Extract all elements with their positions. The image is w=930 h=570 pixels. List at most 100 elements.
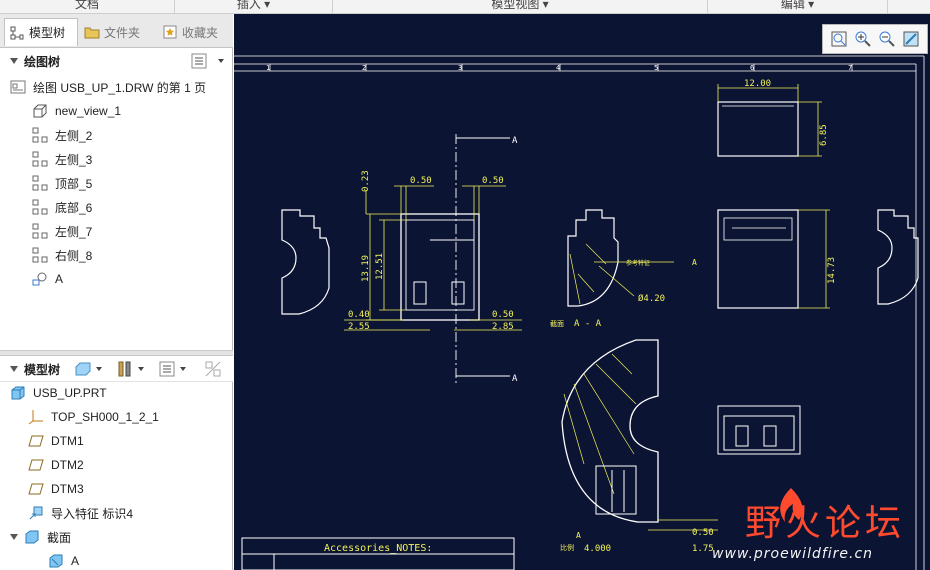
- tree-item-view[interactable]: new_view_1: [32, 100, 121, 122]
- dimension-text: 12.51: [375, 253, 385, 280]
- dimension-text: 0.23: [361, 170, 371, 192]
- tree-item-drawing-sheet[interactable]: 绘图 USB_UP_1.DRW 的第 1 页: [10, 76, 206, 98]
- border-tick: 5: [654, 64, 658, 72]
- model-tree-header: 模型树: [0, 356, 233, 382]
- projection-view-icon: [32, 151, 48, 167]
- section-marker: A: [512, 136, 518, 146]
- left-profile-view[interactable]: [281, 209, 330, 315]
- tree-item-view[interactable]: 左侧_3: [32, 148, 92, 170]
- section-caption-label: 截面: [550, 319, 564, 328]
- dimension-text: 2.55: [348, 322, 370, 332]
- dimension-text: 0.50: [482, 176, 504, 186]
- filter-icon: [205, 361, 221, 377]
- chevron-down-icon: [180, 367, 186, 371]
- part-icon: [11, 386, 25, 400]
- tree-item-csys[interactable]: TOP_SH000_1_2_1: [28, 406, 159, 428]
- display-style-button[interactable]: [74, 360, 102, 378]
- tools-button[interactable]: [116, 360, 144, 378]
- bottom-view[interactable]: [717, 405, 801, 455]
- projection-view-icon: [32, 127, 48, 143]
- tree-item-section[interactable]: A: [48, 550, 79, 570]
- collapse-triangle-icon[interactable]: [10, 366, 18, 372]
- collapse-triangle-icon[interactable]: [10, 534, 18, 540]
- coordinate-system-icon: [28, 410, 43, 425]
- tab-folder-browser[interactable]: 文件夹: [80, 18, 156, 46]
- tree-item-datum-plane[interactable]: DTM1: [28, 430, 84, 452]
- border-tick: 2: [362, 64, 366, 72]
- general-view-icon: [33, 104, 47, 118]
- collapse-triangle-icon[interactable]: [10, 58, 18, 64]
- border-tick: 7: [848, 64, 852, 72]
- model-tree-toggle[interactable]: 模型树: [0, 356, 70, 382]
- tree-item-import-feature[interactable]: 导入特征 标识4: [28, 502, 133, 524]
- tree-item-view[interactable]: 左侧_2: [32, 124, 92, 146]
- section-view-a-a[interactable]: Ø4.20 参考特征 A 截面 A - A: [550, 209, 697, 329]
- tree-item-view[interactable]: 顶部_5: [32, 172, 92, 194]
- detail-label: A: [576, 531, 581, 540]
- zoom-out-icon[interactable]: [878, 30, 896, 48]
- drawing-tree-header[interactable]: 绘图树: [0, 48, 233, 74]
- navigator-tabs: 模型树 文件夹 收藏夹: [0, 14, 233, 48]
- import-feature-icon: [29, 506, 43, 520]
- tree-settings-button[interactable]: [158, 360, 186, 378]
- detail-scale-label: 比例: [560, 543, 574, 552]
- border-tick: 1: [266, 64, 270, 72]
- ribbon-group-model-view[interactable]: 模型视图 ▾: [333, 0, 708, 14]
- detail-view-icon: [32, 272, 47, 286]
- refit-icon[interactable]: [830, 30, 848, 48]
- favorites-icon: [163, 25, 177, 39]
- section-marker: A: [512, 374, 518, 384]
- datum-plane-icon: [28, 483, 44, 495]
- right-profile-view[interactable]: [877, 209, 919, 305]
- chevron-down-icon: [96, 367, 102, 371]
- tree-item-detail-view[interactable]: A: [32, 268, 63, 290]
- tree-item-datum-plane[interactable]: DTM3: [28, 478, 84, 500]
- tree-item-view[interactable]: 左侧_7: [32, 220, 92, 242]
- tools-icon: [118, 361, 131, 377]
- drawing-canvas[interactable]: 1 2 3 4 5 6 7 A A 0.50 0.50 0.23 13.19 1…: [234, 14, 930, 570]
- front-view-dimension-text: 0.50 0.50 0.23 13.19 12.51 0.40 2.55 0.5…: [348, 170, 514, 332]
- navigator-panel: 模型树 文件夹 收藏夹 绘图树 绘图 USB_UP_1.DRW 的第 1 页 n…: [0, 14, 233, 570]
- diameter-dimension: Ø4.20: [638, 293, 665, 304]
- ribbon-group-document[interactable]: 文档: [0, 0, 175, 14]
- projection-view-icon: [32, 247, 48, 263]
- ribbon-group-edit[interactable]: 编辑 ▾: [708, 0, 888, 14]
- dimension-text: 13.19: [361, 255, 371, 282]
- side-view[interactable]: 14.73: [717, 209, 837, 309]
- detail-scale: 4.000: [584, 544, 611, 554]
- detail-view-a[interactable]: 0.50 1.75 A 比例 4.000: [560, 339, 718, 554]
- notes-table[interactable]: Accessories_NOTES:: [241, 537, 515, 570]
- section-icon: [49, 554, 63, 568]
- border-tick: 3: [458, 64, 462, 72]
- notes-title: Accessories_NOTES:: [324, 543, 432, 554]
- dimension-text: 14.73: [827, 257, 837, 284]
- tree-item-part[interactable]: USB_UP.PRT: [10, 382, 107, 404]
- watermark-text: 野火论坛: [745, 503, 906, 544]
- tab-model-tree[interactable]: 模型树: [4, 18, 78, 46]
- tree-item-datum-plane[interactable]: DTM2: [28, 454, 84, 476]
- dimension-text: 0.40: [348, 310, 370, 320]
- drawing-sheet-icon: [10, 80, 26, 94]
- tree-settings-icon[interactable]: [190, 52, 208, 70]
- section-folder-icon: [25, 530, 39, 544]
- projection-view-icon: [32, 223, 48, 239]
- projection-view-icon: [32, 199, 48, 215]
- projection-view-icon: [32, 175, 48, 191]
- section-caption: A - A: [574, 319, 602, 329]
- zoom-in-icon[interactable]: [854, 30, 872, 48]
- model-tree-icon: [10, 26, 24, 39]
- tab-favorites[interactable]: 收藏夹: [158, 18, 232, 46]
- tree-item-section-folder[interactable]: 截面: [10, 526, 71, 548]
- watermark-url: www.proewildfire.cn: [712, 546, 874, 562]
- tree-item-view[interactable]: 右侧_8: [32, 244, 92, 266]
- filter-button[interactable]: [204, 360, 222, 378]
- top-view[interactable]: 12.00 6.85: [717, 79, 829, 157]
- front-view[interactable]: A A: [400, 134, 518, 384]
- ribbon-group-insert[interactable]: 插入 ▾: [175, 0, 333, 14]
- forum-watermark: 野火论坛 www.proewildfire.cn: [705, 484, 925, 568]
- tree-item-view[interactable]: 底部_6: [32, 196, 92, 218]
- datum-plane-icon: [28, 459, 44, 471]
- dimension-text: 12.00: [744, 79, 771, 89]
- repaint-icon[interactable]: [902, 30, 920, 48]
- chevron-down-icon[interactable]: [218, 59, 224, 63]
